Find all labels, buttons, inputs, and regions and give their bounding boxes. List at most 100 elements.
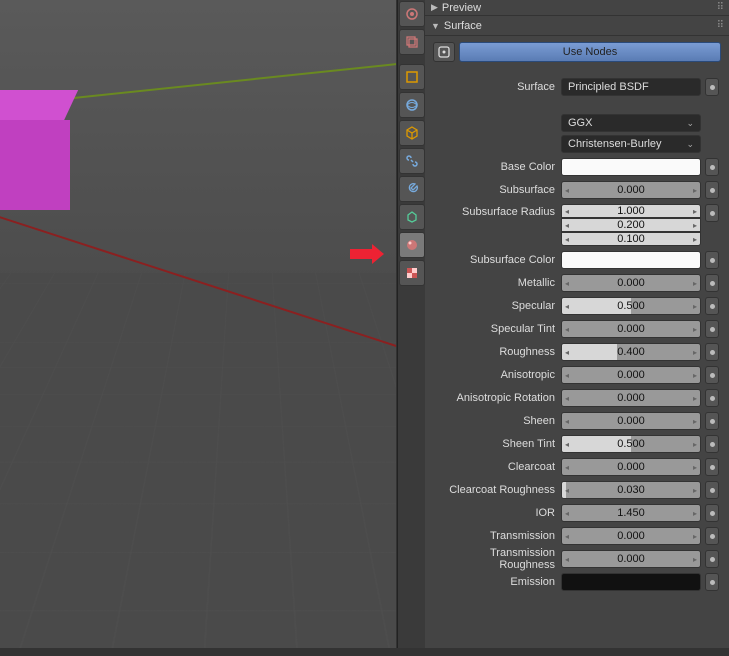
node-link-socket[interactable] (705, 204, 719, 222)
property-label: Transmission Roughness (435, 547, 561, 571)
chevron-right-icon: ▸ (693, 440, 697, 449)
chevron-left-icon: ◂ (565, 325, 569, 334)
property-label: Subsurface (435, 184, 561, 196)
tab-modifiers[interactable] (399, 176, 425, 202)
number-slider[interactable]: ◂0.500▸ (561, 435, 701, 453)
chevron-left-icon: ◂ (565, 463, 569, 472)
use-nodes-button[interactable]: Use Nodes (459, 42, 721, 62)
number-slider[interactable]: ◂1.450▸ (561, 504, 701, 522)
node-link-socket[interactable] (705, 320, 719, 338)
tab-data[interactable] (399, 204, 425, 230)
property-label: Subsurface Color (435, 254, 561, 266)
chevron-left-icon: ◂ (565, 509, 569, 518)
node-link-socket[interactable] (705, 366, 719, 384)
chevron-right-icon: ▸ (693, 302, 697, 311)
number-slider[interactable]: ◂0.200▸ (561, 218, 701, 232)
chevron-right-icon: ▸ (693, 186, 697, 195)
property-label: Clearcoat Roughness (435, 484, 561, 496)
node-link-socket[interactable] (705, 297, 719, 315)
property-row: Emission (435, 573, 719, 591)
number-slider[interactable]: ◂0.500▸ (561, 297, 701, 315)
value-text: 0.000 (617, 392, 645, 404)
property-row: IOR◂1.450▸ (435, 504, 719, 522)
node-link-socket[interactable] (705, 504, 719, 522)
value-text: 0.000 (617, 277, 645, 289)
number-slider[interactable]: ◂0.000▸ (561, 274, 701, 292)
annotation-arrow-right (350, 244, 384, 264)
number-slider[interactable]: ◂0.000▸ (561, 320, 701, 338)
tab-world[interactable] (399, 92, 425, 118)
tab-scene[interactable] (399, 64, 425, 90)
number-slider[interactable]: ◂0.000▸ (561, 412, 701, 430)
value-text: 0.000 (617, 369, 645, 381)
node-link-socket[interactable] (705, 481, 719, 499)
property-label: Base Color (435, 161, 561, 173)
node-link-socket[interactable] (705, 274, 719, 292)
chevron-left-icon: ◂ (565, 486, 569, 495)
node-link-socket[interactable] (705, 527, 719, 545)
tab-render-layers[interactable] (399, 29, 425, 55)
grip-icon[interactable]: ⠿ (717, 2, 725, 13)
color-swatch[interactable] (561, 158, 701, 176)
grip-icon[interactable]: ⠿ (717, 20, 725, 31)
tab-constraints[interactable] (399, 148, 425, 174)
node-link-socket[interactable] (705, 573, 719, 591)
property-label: Anisotropic Rotation (435, 392, 561, 404)
number-slider[interactable]: ◂0.400▸ (561, 343, 701, 361)
property-label: Specular (435, 300, 561, 312)
property-row: Subsurface◂0.000▸ (435, 181, 719, 199)
node-link-socket[interactable] (705, 78, 719, 96)
number-slider[interactable]: ◂0.000▸ (561, 181, 701, 199)
number-slider[interactable]: ◂0.100▸ (561, 232, 701, 246)
node-editor-button[interactable] (433, 42, 455, 62)
value-text: 0.000 (617, 415, 645, 427)
section-preview[interactable]: ▶ Preview ⠿ (425, 0, 729, 16)
number-slider[interactable]: ◂0.030▸ (561, 481, 701, 499)
node-link-socket[interactable] (705, 458, 719, 476)
number-slider[interactable]: ◂0.000▸ (561, 389, 701, 407)
surface-shader-select[interactable]: Principled BSDF (561, 78, 701, 96)
node-link-socket[interactable] (705, 251, 719, 269)
chevron-right-icon: ▸ (693, 371, 697, 380)
property-row: Anisotropic Rotation◂0.000▸ (435, 389, 719, 407)
section-label: Preview (442, 2, 481, 14)
chevron-right-icon: ▸ (693, 417, 697, 426)
number-slider[interactable]: ◂0.000▸ (561, 458, 701, 476)
property-row: Subsurface Color (435, 251, 719, 269)
color-swatch[interactable] (561, 251, 701, 269)
property-row: Transmission Roughness ◂ 0.000 ▸ (435, 550, 719, 568)
number-slider[interactable]: ◂0.000▸ (561, 527, 701, 545)
tab-texture[interactable] (399, 260, 425, 286)
section-surface[interactable]: ▼ Surface ⠿ (425, 16, 729, 36)
property-row: Transmission◂0.000▸ (435, 527, 719, 545)
node-link-socket[interactable] (705, 412, 719, 430)
viewport-3d[interactable] (0, 0, 396, 648)
tab-object[interactable] (399, 120, 425, 146)
chevron-left-icon: ◂ (565, 394, 569, 403)
tab-material[interactable] (399, 232, 425, 258)
sss-method-select[interactable]: Christensen-Burley ⌄ (561, 135, 701, 153)
chevron-right-icon: ▸ (693, 486, 697, 495)
color-swatch[interactable] (561, 573, 701, 591)
chevron-right-icon: ▸ (693, 325, 697, 334)
property-label: Transmission (435, 530, 561, 542)
node-link-socket[interactable] (705, 158, 719, 176)
node-link-socket[interactable] (705, 343, 719, 361)
chevron-down-icon: ⌄ (686, 118, 694, 129)
node-link-socket[interactable] (705, 181, 719, 199)
cube-object[interactable] (0, 90, 70, 190)
chevron-left-icon: ◂ (565, 555, 569, 564)
distribution-select[interactable]: GGX ⌄ (561, 114, 701, 132)
node-link-socket[interactable] (705, 435, 719, 453)
property-row: Roughness◂0.400▸ (435, 343, 719, 361)
chevron-left-icon: ◂ (565, 186, 569, 195)
tab-render[interactable] (399, 1, 425, 27)
value-text: 0.000 (617, 553, 645, 565)
number-slider[interactable]: ◂1.000▸ (561, 204, 701, 218)
node-link-socket[interactable] (705, 550, 719, 568)
number-slider[interactable]: ◂0.000▸ (561, 366, 701, 384)
number-slider[interactable]: ◂ 0.000 ▸ (561, 550, 701, 568)
chevron-right-icon: ▸ (693, 555, 697, 564)
node-link-socket[interactable] (705, 389, 719, 407)
chevron-right-icon: ▸ (693, 509, 697, 518)
